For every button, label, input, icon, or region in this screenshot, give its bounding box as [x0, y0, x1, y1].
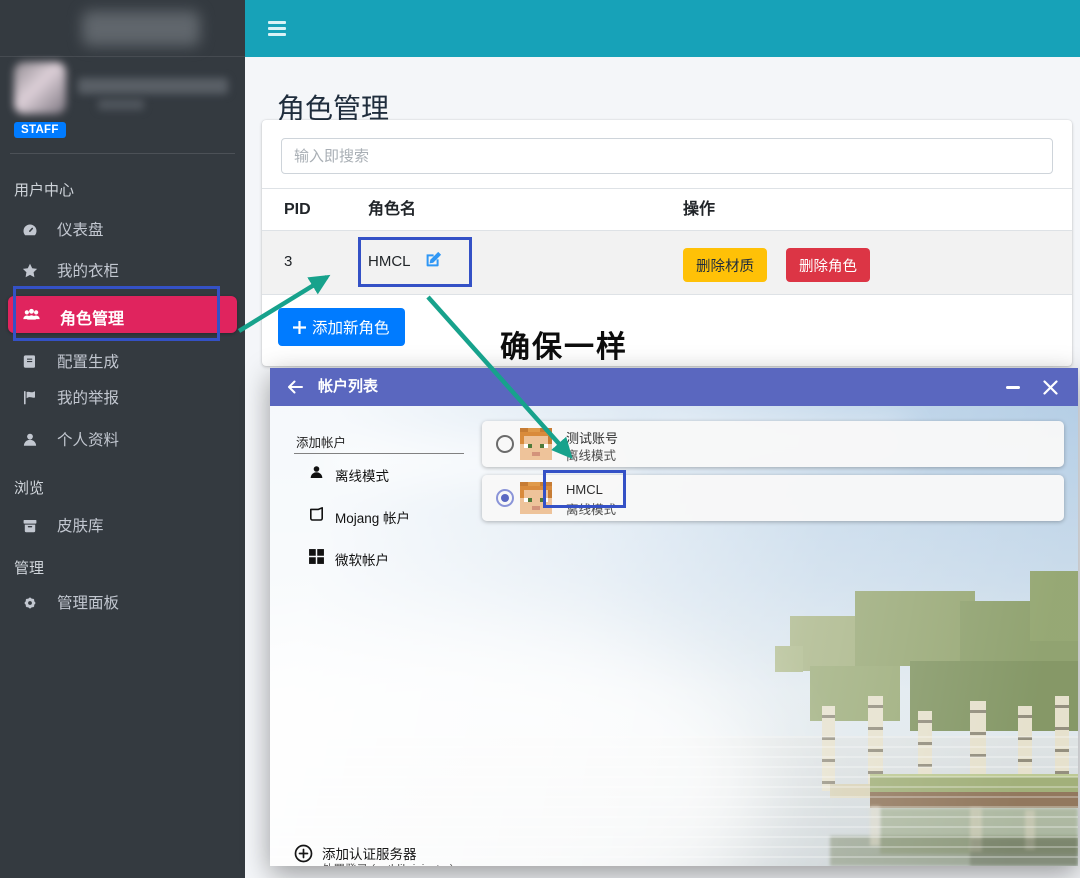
account-name: HMCL [566, 482, 603, 497]
authlib-injector-sub: 外置登录 (authlib-injector) [322, 861, 454, 866]
method-label: 离线模式 [335, 465, 389, 485]
book-icon [21, 353, 39, 371]
add-auth-server-label: 添加认证服务器 [322, 843, 417, 863]
status-badge: STAFF [14, 122, 66, 138]
screenshot-root: STAFF 用户中心 仪表盘 我的衣柜 角色管理 [0, 0, 1080, 878]
search-input[interactable] [281, 138, 1053, 174]
person-icon [308, 464, 325, 481]
add-player-button[interactable]: 添加新角色 [278, 308, 405, 346]
delete-texture-button[interactable]: 删除材质 [683, 248, 767, 282]
sidebar-item-label: 角色管理 [60, 305, 124, 329]
sidebar-item-player-management[interactable]: 角色管理 [8, 296, 237, 333]
cell-name: HMCL [368, 253, 411, 270]
minimize-icon[interactable] [1006, 386, 1020, 389]
sidebar-item-skin-library[interactable]: 皮肤库 [0, 512, 245, 542]
add-auth-server-row[interactable]: 添加认证服务器 外置登录 (authlib-injector) [270, 836, 1078, 866]
sidebar-item-label: 我的举报 [57, 389, 119, 408]
window-title: 帐户列表 [318, 368, 378, 406]
add-account-label: 添加帐户 [296, 432, 346, 451]
account-type: 离线模式 [566, 445, 616, 464]
method-microsoft-account[interactable]: 微软帐户 [270, 546, 470, 572]
account-row-hmcl[interactable]: HMCL 离线模式 [482, 475, 1064, 521]
edit-icon[interactable] [424, 250, 443, 269]
users-icon [22, 305, 41, 324]
avatar [14, 62, 66, 114]
delete-player-button[interactable]: 删除角色 [786, 248, 870, 282]
sidebar-item-label: 仪表盘 [57, 221, 104, 240]
brand-bar[interactable] [0, 0, 245, 57]
col-header-pid: PID [284, 189, 311, 230]
add-player-label: 添加新角色 [312, 316, 390, 338]
brand-logo-redacted [82, 11, 200, 46]
player-avatar [520, 482, 552, 514]
hmcl-account-window: 帐户列表 [270, 368, 1078, 866]
account-row-test[interactable]: 测试账号 离线模式 [482, 421, 1064, 467]
method-offline-mode[interactable]: 离线模式 [270, 462, 470, 488]
sidebar-item-my-reports[interactable]: 我的举报 [0, 384, 245, 414]
mojang-icon [308, 506, 325, 523]
sidebar-section-admin: 管理 [14, 557, 44, 578]
archive-icon [21, 517, 39, 535]
player-management-card: PID 角色名 操作 3 HMCL 删除材质 删除角色 添加新角色 [262, 120, 1072, 366]
divider [10, 153, 235, 154]
sidebar-item-profile[interactable]: 个人资料 [0, 426, 245, 456]
sidebar-item-label: 我的衣柜 [57, 262, 119, 281]
sidebar-section-user-center: 用户中心 [14, 179, 74, 200]
sidebar-item-config-generator[interactable]: 配置生成 [0, 348, 245, 378]
hamburger-icon[interactable] [268, 21, 286, 36]
window-content: 添加帐户 离线模式 Mojang 帐户 [270, 406, 1078, 866]
sidebar-item-closet[interactable]: 我的衣柜 [0, 257, 245, 287]
cell-pid: 3 [284, 253, 292, 270]
topbar [245, 0, 1080, 57]
radio-unselected[interactable] [496, 435, 514, 453]
sidebar-item-label: 皮肤库 [57, 517, 104, 536]
user-icon [21, 431, 39, 449]
username-redacted [78, 78, 228, 94]
star-icon [21, 262, 39, 280]
player-avatar [520, 428, 552, 460]
table-row: 3 HMCL 删除材质 删除角色 [262, 231, 1072, 295]
gear-icon [21, 594, 39, 612]
account-type: 离线模式 [566, 499, 616, 518]
method-label: 微软帐户 [335, 549, 389, 569]
close-icon[interactable] [1042, 379, 1059, 396]
radio-selected[interactable] [496, 489, 514, 507]
plus-circle-icon [294, 844, 313, 863]
annotation-note: 确保一样 [500, 322, 628, 366]
window-titlebar[interactable]: 帐户列表 [270, 368, 1078, 406]
back-icon[interactable] [286, 378, 304, 396]
divider [294, 453, 464, 454]
sidebar: STAFF 用户中心 仪表盘 我的衣柜 角色管理 [0, 0, 245, 878]
gauge-icon [21, 221, 39, 239]
username-redacted-line2 [98, 99, 144, 110]
sidebar-item-dashboard[interactable]: 仪表盘 [0, 216, 245, 246]
method-label: Mojang 帐户 [335, 507, 410, 527]
col-header-actions: 操作 [683, 189, 715, 230]
sidebar-item-label: 配置生成 [57, 353, 119, 372]
sidebar-item-admin-panel[interactable]: 管理面板 [0, 589, 245, 619]
flag-icon [21, 389, 39, 407]
col-header-name: 角色名 [368, 189, 416, 230]
microsoft-icon [308, 548, 325, 565]
sidebar-item-label: 个人资料 [57, 431, 119, 450]
method-mojang-account[interactable]: Mojang 帐户 [270, 504, 470, 530]
plus-icon [293, 321, 306, 334]
sidebar-section-browse: 浏览 [14, 477, 44, 498]
sidebar-item-label: 管理面板 [57, 594, 119, 613]
